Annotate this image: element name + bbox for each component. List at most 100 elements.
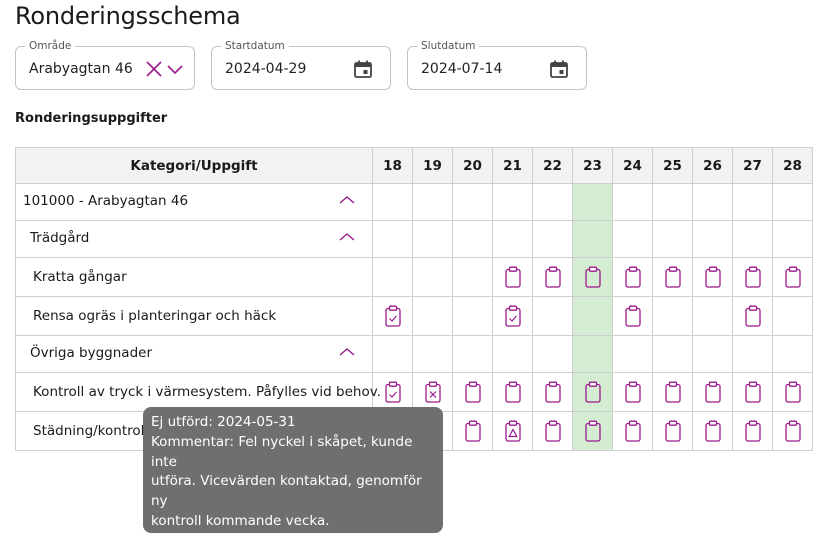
task-label: Kontroll av tryck i värmesystem. Påfylle… [33, 384, 381, 400]
column-header-day: 18 [372, 147, 413, 184]
calendar-icon[interactable] [548, 58, 570, 80]
clipboard-icon[interactable] [704, 420, 721, 442]
clipboard-icon[interactable] [584, 420, 601, 442]
clipboard-icon[interactable] [744, 305, 761, 327]
day-cell [612, 296, 653, 336]
end-date-field[interactable]: Slutdatum 2024-07-14 [407, 40, 587, 90]
clipboard-icon[interactable] [504, 381, 521, 403]
day-cell [452, 183, 493, 221]
chevron-up-icon[interactable] [338, 194, 356, 206]
clipboard-icon[interactable] [624, 381, 641, 403]
day-cell [732, 335, 773, 373]
clipboard-icon[interactable] [464, 381, 481, 403]
column-header-day: 27 [732, 147, 773, 184]
clipboard-icon[interactable] [624, 266, 641, 288]
day-cell [772, 411, 813, 451]
day-cell [772, 257, 813, 297]
area-select[interactable]: Område Arabyagtan 46 [15, 40, 195, 90]
area-value: Arabyagtan 46 [29, 61, 133, 77]
day-cell [692, 411, 733, 451]
clipboard-check-icon[interactable] [384, 381, 401, 403]
clipboard-icon[interactable] [584, 266, 601, 288]
day-cell [612, 411, 653, 451]
task-label: Rensa ogräs i planteringar och häck [33, 308, 277, 324]
task-label: Städning/kontroll [33, 423, 149, 439]
group-cell[interactable]: 101000 - Arabyagtan 46 [15, 183, 373, 221]
day-cell [652, 411, 693, 451]
task-cell: Rensa ogräs i planteringar och häck [15, 296, 373, 336]
clipboard-icon[interactable] [664, 420, 681, 442]
day-cell [492, 372, 533, 412]
day-cell [692, 183, 733, 221]
clipboard-icon[interactable] [504, 266, 521, 288]
start-date-field[interactable]: Startdatum 2024-04-29 [211, 40, 391, 90]
clipboard-icon[interactable] [624, 420, 641, 442]
clipboard-icon[interactable] [584, 381, 601, 403]
group-label: Övriga byggnader [30, 345, 153, 361]
clipboard-check-icon[interactable] [384, 305, 401, 327]
schedule-table: Kategori/Uppgift 18 19 20 21 22 23 24 25 26 27 28 … [15, 147, 813, 451]
start-date-value: 2024-04-29 [225, 61, 307, 77]
day-cell [612, 183, 653, 221]
day-cell [772, 183, 813, 221]
day-cell [732, 183, 773, 221]
day-cell [532, 220, 573, 258]
day-cell [492, 296, 533, 336]
end-date-label: Slutdatum [417, 40, 480, 52]
table-row: Kontroll av tryck i värmesystem. Påfylle… [15, 372, 813, 412]
group-cell[interactable]: Övriga byggnader [15, 335, 373, 373]
table-row: Rensa ogräs i planteringar och häck [15, 296, 813, 336]
clipboard-icon[interactable] [464, 420, 481, 442]
day-cell [732, 257, 773, 297]
clipboard-icon[interactable] [544, 266, 561, 288]
clear-icon[interactable] [143, 58, 165, 80]
column-header-category: Kategori/Uppgift [15, 147, 373, 184]
clipboard-icon[interactable] [664, 266, 681, 288]
day-cell [572, 372, 613, 412]
clipboard-icon[interactable] [784, 266, 801, 288]
day-cell [732, 220, 773, 258]
clipboard-icon[interactable] [624, 305, 641, 327]
day-cell [612, 257, 653, 297]
day-cell [412, 335, 453, 373]
clipboard-icon[interactable] [744, 266, 761, 288]
day-cell [372, 183, 413, 221]
day-cell [692, 257, 733, 297]
chevron-down-icon[interactable] [164, 58, 186, 80]
day-cell [532, 372, 573, 412]
clipboard-icon[interactable] [704, 266, 721, 288]
day-cell [452, 257, 493, 297]
clipboard-icon[interactable] [744, 381, 761, 403]
day-cell [412, 296, 453, 336]
column-header-day: 28 [772, 147, 813, 184]
day-cell [572, 220, 613, 258]
column-header-day: 25 [652, 147, 693, 184]
day-cell [652, 220, 693, 258]
day-cell [612, 372, 653, 412]
clipboard-x-icon[interactable] [424, 381, 441, 403]
day-cell [372, 257, 413, 297]
day-cell [652, 335, 693, 373]
clipboard-icon[interactable] [784, 420, 801, 442]
clipboard-icon[interactable] [744, 420, 761, 442]
column-header-day: 23 [572, 147, 613, 184]
day-cell [452, 220, 493, 258]
table-group-row: Trädgård [15, 220, 813, 258]
chevron-up-icon[interactable] [338, 346, 356, 358]
clipboard-icon[interactable] [664, 381, 681, 403]
clipboard-icon[interactable] [544, 420, 561, 442]
day-cell [532, 335, 573, 373]
tooltip-line: kontroll kommande vecka. [151, 512, 330, 529]
day-cell [772, 335, 813, 373]
chevron-up-icon[interactable] [338, 231, 356, 243]
clipboard-check-icon[interactable] [504, 305, 521, 327]
clipboard-warning-icon[interactable] [504, 420, 521, 442]
day-cell [572, 296, 613, 336]
section-title: Ronderingsuppgifter [15, 111, 168, 126]
calendar-icon[interactable] [352, 58, 374, 80]
clipboard-icon[interactable] [704, 381, 721, 403]
day-cell [612, 335, 653, 373]
clipboard-icon[interactable] [784, 381, 801, 403]
clipboard-icon[interactable] [544, 381, 561, 403]
group-cell[interactable]: Trädgård [15, 220, 373, 258]
